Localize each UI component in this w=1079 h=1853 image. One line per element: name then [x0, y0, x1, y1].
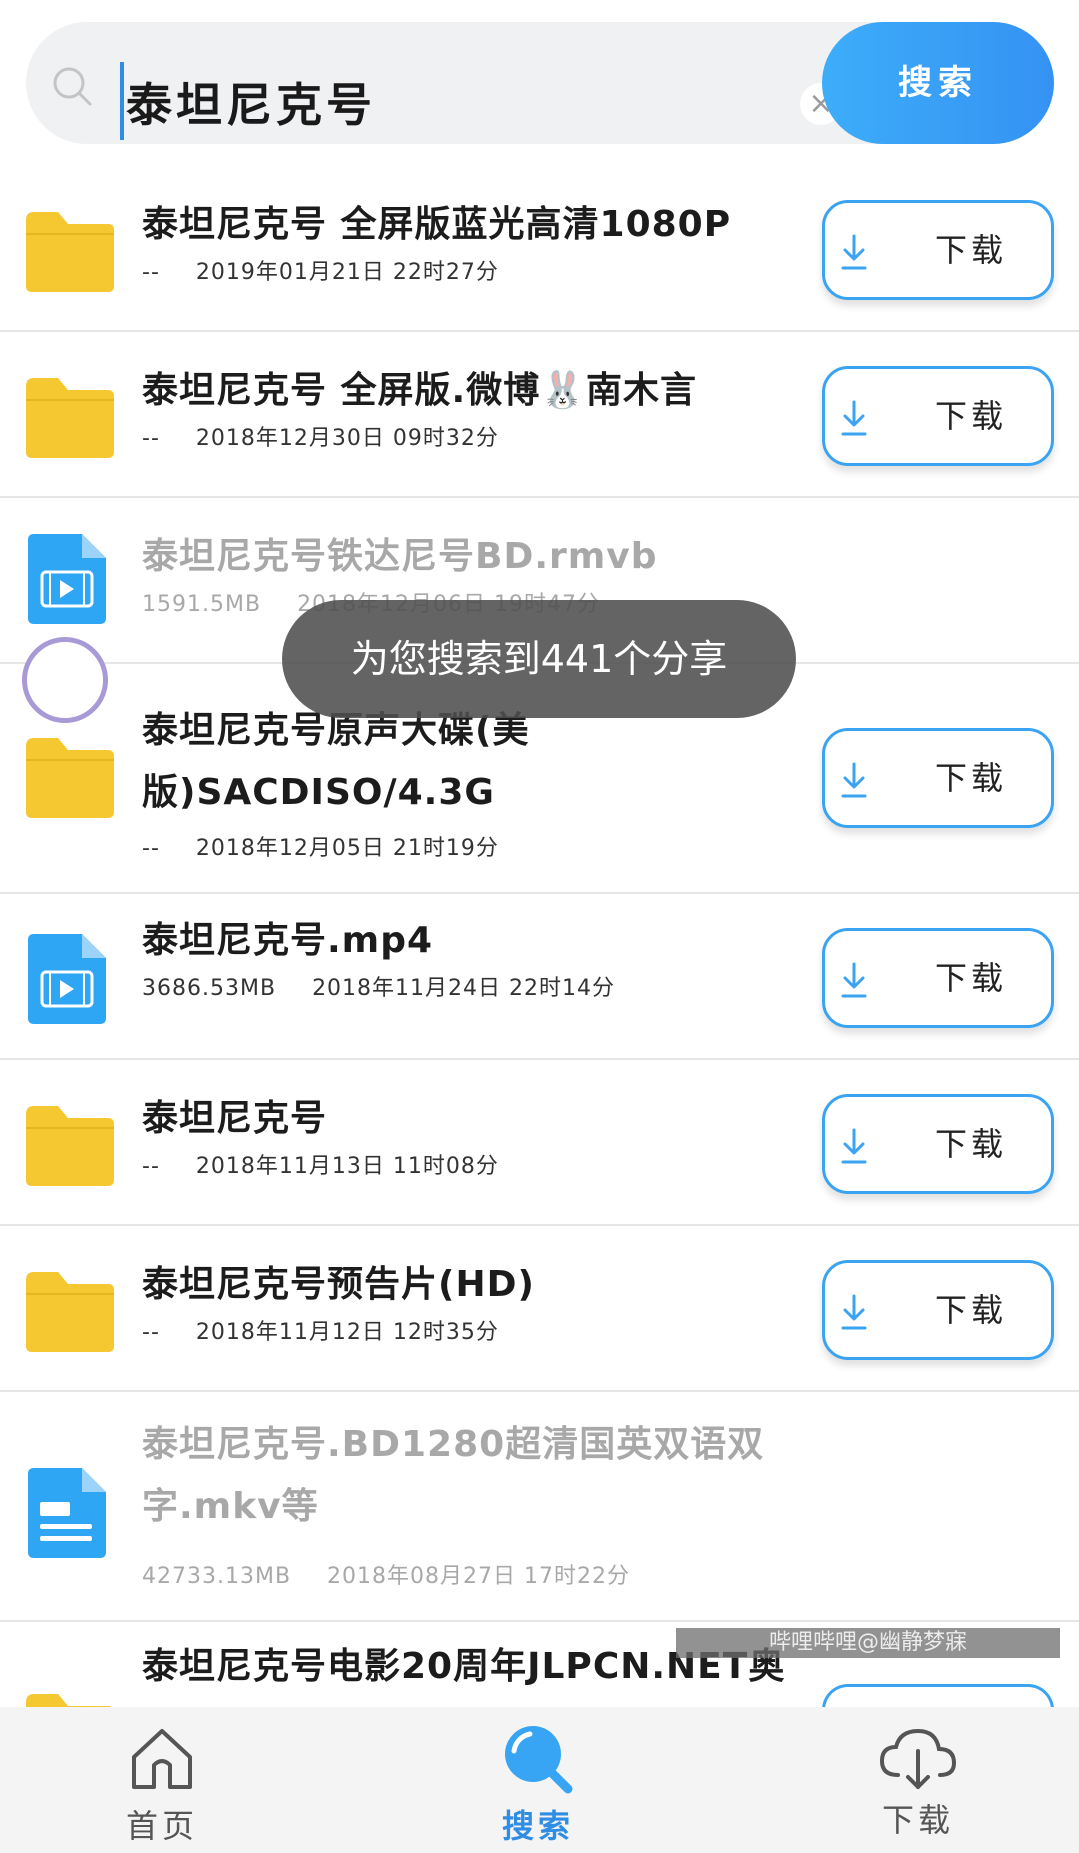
result-date: 2018年12月05日 21时19分: [195, 836, 499, 861]
result-size: 42733.13MB: [142, 1564, 292, 1589]
floating-assistant-ball[interactable]: [22, 637, 108, 723]
download-button-label: 下载: [934, 1125, 1007, 1163]
search-icon: [505, 1726, 573, 1794]
nav-download-label: 下载: [881, 1801, 954, 1839]
result-date: 2018年12月30日 09时32分: [195, 426, 499, 451]
result-row[interactable]: 泰坦尼克号.mp4 3686.53MB 2018年11月24日 22时14分 下载: [0, 894, 1079, 1060]
download-button-label: 下载: [934, 759, 1007, 797]
download-button[interactable]: 下载: [822, 366, 1054, 466]
result-size: 1591.5MB: [142, 592, 262, 617]
result-title: 泰坦尼克号 全屏版蓝光高清1080P: [142, 204, 732, 245]
folder-icon: [24, 208, 116, 298]
nav-download[interactable]: 下载: [818, 1707, 1018, 1853]
search-input[interactable]: [126, 66, 766, 138]
folder-icon: [24, 1268, 116, 1358]
download-arrow-icon: [841, 234, 867, 270]
home-icon: [132, 1729, 192, 1789]
result-title: 泰坦尼克号 全屏版.微博🐰南木言: [142, 370, 698, 411]
result-date: 2018年11月13日 11时08分: [195, 1154, 499, 1179]
result-date: 2018年11月24日 22时14分: [312, 976, 616, 1001]
result-count-toast: 为您搜索到441个分享: [282, 600, 796, 718]
result-title: 泰坦尼克号.BD1280超清国英双语双字.mkv等: [142, 1424, 765, 1527]
download-arrow-icon: [841, 762, 867, 798]
download-button[interactable]: 下载: [822, 1094, 1054, 1194]
result-size: --: [142, 426, 160, 451]
result-row[interactable]: 泰坦尼克号 -- 2018年11月13日 11时08分 下载: [0, 1060, 1079, 1226]
video-file-icon: [24, 930, 110, 1030]
result-meta: -- 2018年11月12日 12时35分: [142, 1314, 499, 1346]
result-date: 2018年08月27日 17时22分: [327, 1564, 631, 1589]
download-button[interactable]: 下载: [822, 928, 1054, 1028]
nav-home-label: 首页: [125, 1807, 198, 1845]
download-button[interactable]: 下载: [822, 1260, 1054, 1360]
result-size: --: [142, 1320, 160, 1345]
nav-home[interactable]: 首页: [62, 1707, 262, 1853]
result-size: --: [142, 836, 160, 861]
result-row[interactable]: 泰坦尼克号 全屏版.微博🐰南木言 -- 2018年12月30日 09时32分 下载: [0, 332, 1079, 498]
watermark: 哔哩哔哩@幽静梦寐: [676, 1628, 1060, 1658]
result-title: 泰坦尼克号预告片(HD): [142, 1264, 535, 1305]
folder-icon: [24, 734, 116, 824]
result-title: 泰坦尼克号原声大碟(美版)SACDISO/4.3G: [142, 710, 530, 813]
result-date: 2019年01月21日 22时27分: [195, 260, 499, 285]
result-row[interactable]: 泰坦尼克号预告片(HD) -- 2018年11月12日 12时35分 下载: [0, 1226, 1079, 1392]
text-cursor: [120, 62, 124, 140]
download-button[interactable]: 下载: [822, 200, 1054, 300]
folder-icon: [24, 374, 116, 464]
document-file-icon: [24, 1464, 110, 1564]
result-meta: -- 2019年01月21日 22时27分: [142, 254, 499, 286]
nav-search[interactable]: 搜索: [438, 1707, 638, 1853]
search-button[interactable]: 搜索: [822, 22, 1054, 144]
nav-search-label: 搜索: [501, 1807, 574, 1845]
result-meta: -- 2018年12月05日 21时19分: [142, 830, 499, 862]
cloud-download-icon: [879, 1728, 957, 1789]
result-meta: 42733.13MB 2018年08月27日 17时22分: [142, 1558, 630, 1590]
result-list: 泰坦尼克号 全屏版蓝光高清1080P -- 2019年01月21日 22时27分 下载…: [0, 166, 1079, 1774]
download-arrow-icon: [841, 1128, 867, 1164]
result-meta: 3686.53MB 2018年11月24日 22时14分: [142, 970, 615, 1002]
folder-icon: [24, 1102, 116, 1192]
download-button[interactable]: 下载: [822, 728, 1054, 828]
result-size: --: [142, 1154, 160, 1179]
result-title: 泰坦尼克号.mp4: [142, 920, 434, 961]
result-title: 泰坦尼克号: [142, 1098, 328, 1139]
download-arrow-icon: [841, 1294, 867, 1330]
result-date: 2018年11月12日 12时35分: [195, 1320, 499, 1345]
download-arrow-icon: [841, 400, 867, 436]
result-meta: -- 2018年12月30日 09时32分: [142, 420, 499, 452]
download-button-label: 下载: [934, 397, 1007, 435]
result-size: 3686.53MB: [142, 976, 277, 1001]
result-meta: -- 2018年11月13日 11时08分: [142, 1148, 499, 1180]
result-size: --: [142, 260, 160, 285]
download-button-label: 下载: [934, 959, 1007, 997]
result-row[interactable]: 泰坦尼克号.BD1280超清国英双语双字.mkv等 42733.13MB 2018年…: [0, 1392, 1079, 1622]
video-file-icon: [24, 530, 110, 630]
search-icon: [53, 67, 92, 106]
download-button-label: 下载: [934, 231, 1007, 269]
result-row[interactable]: 泰坦尼克号 全屏版蓝光高清1080P -- 2019年01月21日 22时27分 下载: [0, 166, 1079, 332]
download-button-label: 下载: [934, 1291, 1007, 1329]
bottom-nav: 首页 搜索 下载: [0, 1707, 1079, 1853]
result-title: 泰坦尼克号铁达尼号BD.rmvb: [142, 536, 658, 577]
download-arrow-icon: [841, 962, 867, 998]
